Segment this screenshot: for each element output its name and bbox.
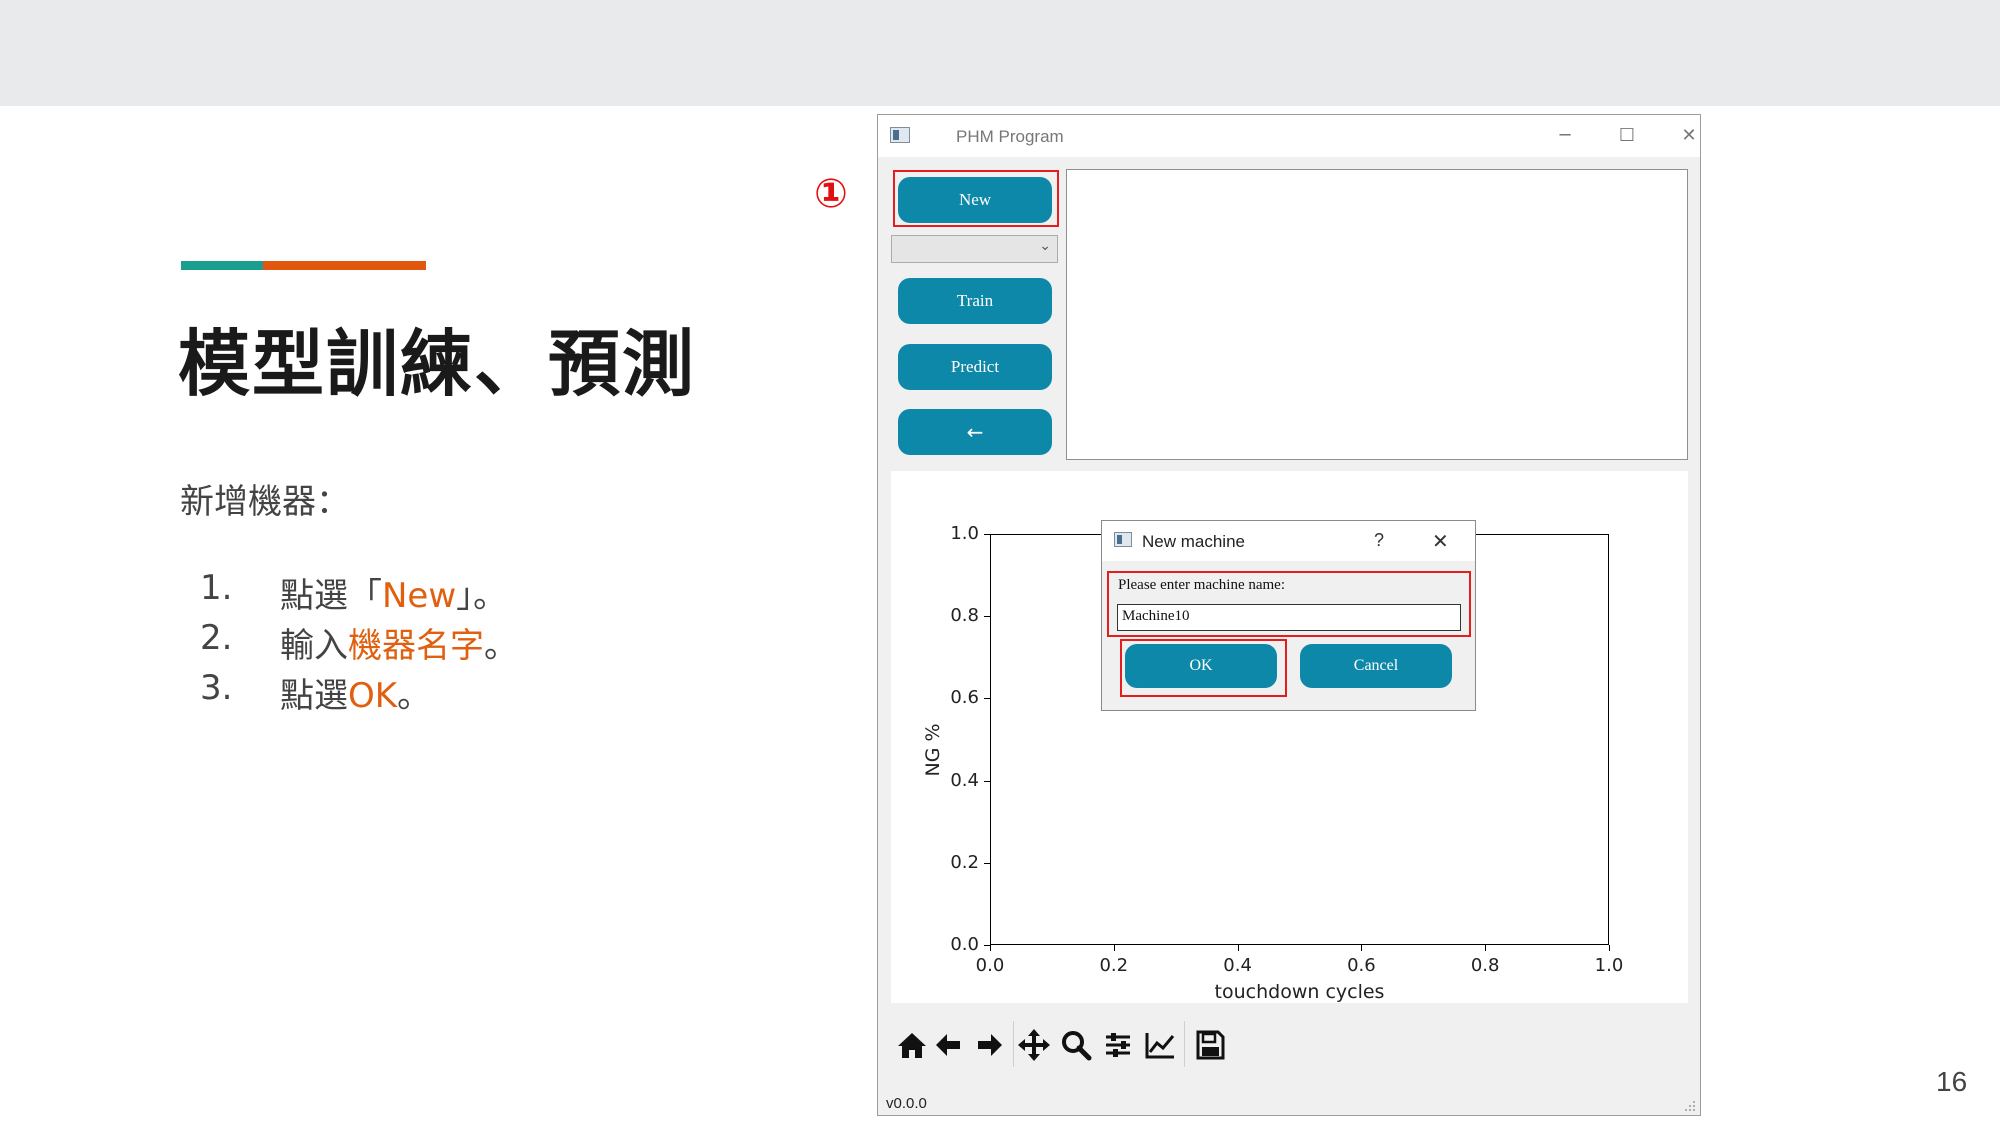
- x-tick-label: 0.2: [1099, 955, 1129, 976]
- step-text-after: 。: [397, 676, 432, 716]
- forward-arrow-icon[interactable]: [970, 1025, 1010, 1065]
- y-tick-mark: [984, 698, 990, 700]
- step-text-before: 點選: [280, 676, 348, 716]
- slide-subtitle: 新增機器：: [180, 482, 350, 522]
- x-tick-mark: [1609, 945, 1610, 951]
- step-text-highlight: 機器名字: [348, 626, 484, 666]
- output-text-panel[interactable]: [1066, 169, 1688, 460]
- x-tick-label: 0.8: [1470, 955, 1500, 976]
- dialog-app-icon: [1114, 532, 1132, 547]
- version-label: v0.0.0: [886, 1095, 927, 1112]
- new-button[interactable]: New: [898, 177, 1052, 223]
- x-tick-label: 1.0: [1594, 955, 1624, 976]
- configure-subplots-icon[interactable]: [1098, 1025, 1138, 1065]
- new-machine-dialog: New machine ? ✕ Please enter machine nam…: [1101, 520, 1476, 711]
- dialog-close-button[interactable]: ✕: [1432, 529, 1449, 553]
- x-tick-mark: [1485, 945, 1487, 951]
- save-icon[interactable]: [1190, 1025, 1230, 1065]
- resize-grip-icon[interactable]: [1684, 1099, 1696, 1111]
- step-text-after: 。: [484, 626, 518, 666]
- minimize-button[interactable]: ─: [1542, 121, 1588, 151]
- x-tick-mark: [1237, 945, 1239, 951]
- y-tick-mark: [984, 780, 990, 782]
- edit-axis-icon[interactable]: [1140, 1025, 1180, 1065]
- y-tick-label: 1.0: [950, 523, 979, 544]
- cancel-button[interactable]: Cancel: [1300, 644, 1452, 688]
- y-tick-mark: [984, 534, 990, 535]
- step-number: 1.: [200, 568, 233, 608]
- step-number: 2.: [200, 618, 233, 658]
- x-tick-label: 0.6: [1347, 955, 1376, 976]
- chevron-down-icon: ⌄: [1039, 238, 1051, 254]
- y-tick-label: 0.6: [950, 687, 979, 709]
- window-titlebar: PHM Program ─ ☐ ✕: [878, 115, 1700, 157]
- step-text-after: 」。: [456, 576, 508, 616]
- predict-button[interactable]: Predict: [898, 344, 1052, 390]
- step-text-highlight: OK: [348, 676, 398, 716]
- train-button[interactable]: Train: [898, 278, 1052, 324]
- pan-icon[interactable]: [1014, 1025, 1054, 1065]
- zoom-icon[interactable]: [1056, 1025, 1096, 1065]
- step-text-before: 點選「: [280, 576, 382, 616]
- step-number: 3.: [200, 668, 233, 708]
- y-tick-mark: [984, 862, 990, 864]
- dialog-titlebar: New machine ? ✕: [1102, 521, 1475, 561]
- slide-title: 模型訓練、預測: [178, 322, 697, 406]
- help-button[interactable]: ?: [1374, 530, 1384, 551]
- step-text-before: 輸入: [280, 626, 348, 666]
- x-tick-label: 0.4: [1223, 955, 1252, 976]
- dialog-prompt: Please enter machine name:: [1118, 577, 1286, 593]
- app-icon: [890, 127, 910, 143]
- step-text-highlight: New: [382, 576, 457, 616]
- x-tick-mark: [1113, 945, 1115, 951]
- machine-select[interactable]: ⌄: [891, 235, 1058, 263]
- top-band: [0, 0, 2000, 106]
- step-text: 點選「New」。: [280, 568, 507, 617]
- x-tick-mark: [990, 945, 991, 951]
- back-arrow-icon[interactable]: [928, 1025, 968, 1065]
- dialog-title: New machine: [1142, 532, 1245, 551]
- y-tick-mark: [984, 945, 990, 946]
- maximize-button[interactable]: ☐: [1604, 121, 1650, 151]
- y-tick-label: 0.2: [950, 851, 979, 873]
- toolbar-separator: [1184, 1021, 1185, 1067]
- home-icon[interactable]: [892, 1025, 932, 1065]
- back-button[interactable]: ←: [898, 409, 1052, 455]
- y-tick-mark: [984, 616, 990, 618]
- ok-button[interactable]: OK: [1125, 644, 1277, 688]
- step-marker-1: ①: [814, 171, 848, 217]
- step-text: 輸入機器名字。: [280, 618, 518, 667]
- x-tick-label: 0.0: [975, 955, 1005, 976]
- x-tick-mark: [1361, 945, 1363, 951]
- page-number: 16: [1936, 1066, 1968, 1097]
- machine-name-input[interactable]: Machine10: [1117, 604, 1461, 631]
- close-button[interactable]: ✕: [1666, 121, 1712, 151]
- accent-bar-orange: [263, 261, 426, 270]
- accent-bar-teal: [181, 261, 263, 270]
- y-axis-label: NG %: [922, 723, 944, 777]
- y-tick-label: 0.0: [950, 934, 979, 955]
- step-text: 點選OK。: [280, 668, 431, 717]
- y-tick-label: 0.8: [950, 605, 979, 627]
- window-title: PHM Program: [956, 127, 1064, 146]
- x-axis-label: touchdown cycles: [1214, 981, 1385, 1003]
